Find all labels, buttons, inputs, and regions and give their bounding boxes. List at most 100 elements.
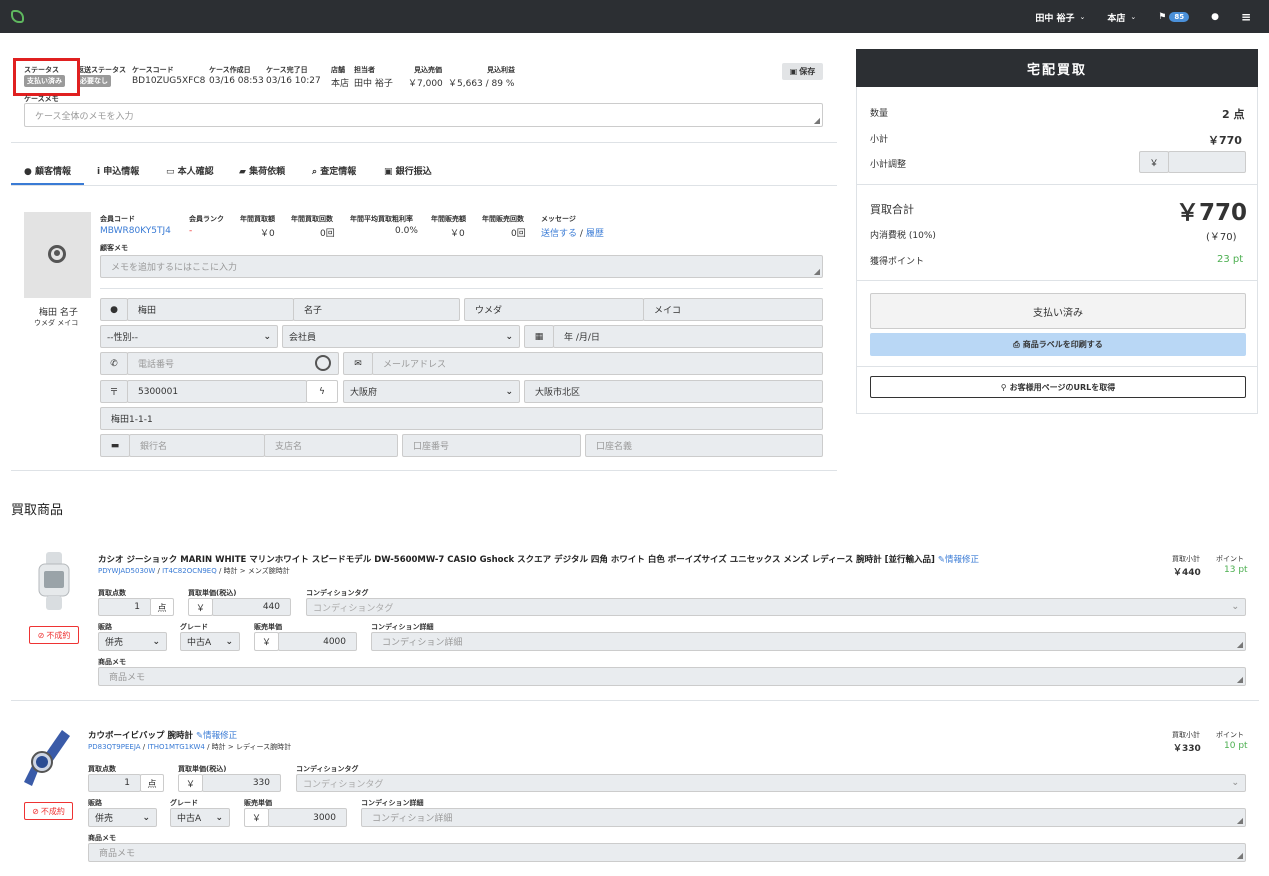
- edit-info-link[interactable]: ✎情報修正: [196, 731, 237, 741]
- condition-detail-input[interactable]: コンディション詳細 ◢: [371, 632, 1246, 651]
- chevron-down-icon: ⌄: [152, 636, 160, 647]
- account-number-input[interactable]: 口座番号: [402, 434, 581, 457]
- print-label-button[interactable]: ⎙ 商品ラベルを印刷する: [870, 333, 1246, 356]
- unit-price-label: 買取単価(税込): [188, 589, 237, 597]
- edit-info-text: 情報修正: [945, 555, 980, 565]
- edit-info-link[interactable]: ✎情報修正: [938, 555, 979, 565]
- condition-tag-select[interactable]: コンディションタグ ⌄: [306, 598, 1246, 616]
- chevron-down-icon: ⌄: [215, 812, 223, 823]
- sale-price-input[interactable]: 4000: [278, 632, 357, 651]
- get-url-text: お客様用ページのURLを取得: [1009, 382, 1116, 392]
- unit-price-input[interactable]: 330: [202, 774, 281, 792]
- email-input[interactable]: メールアドレス: [372, 352, 823, 375]
- grade-select[interactable]: 中古A ⌄: [170, 808, 230, 827]
- resize-handle-icon: ◢: [813, 267, 820, 276]
- tab-appraisal-info[interactable]: ⌕ 査定情報: [312, 164, 356, 177]
- ng-label: 不成約: [46, 630, 71, 640]
- account-number-placeholder: 口座番号: [413, 442, 450, 452]
- tab-customer-info[interactable]: ● 顧客情報: [24, 164, 71, 177]
- chevron-down-icon: ⌄: [1231, 602, 1239, 612]
- item-memo-placeholder: 商品メモ: [109, 673, 146, 683]
- store-menu[interactable]: 本店 ⌄: [1107, 11, 1136, 24]
- tab-application-info[interactable]: i 申込情報: [97, 164, 139, 177]
- not-contracted-button[interactable]: ⊘ 不成約: [29, 626, 79, 644]
- sale-price-input[interactable]: 3000: [268, 808, 347, 827]
- tab-pickup-request[interactable]: ▰ 集荷依頼: [239, 164, 285, 177]
- qty-label: 数量: [870, 109, 889, 119]
- created-date: 03/16 08:53: [209, 76, 264, 86]
- adjust-input[interactable]: [1168, 151, 1246, 173]
- member-code-link[interactable]: MBWR80KY5TJ4: [100, 226, 171, 236]
- person-icon: ●: [100, 298, 128, 321]
- send-message-link[interactable]: 送信する: [541, 229, 577, 239]
- case-memo-input[interactable]: ケース全体のメモを入力 ◢: [24, 103, 823, 127]
- phone-lookup-icon[interactable]: [315, 355, 331, 371]
- branch-name-input[interactable]: 支店名: [264, 434, 398, 457]
- avg-margin-value: 0.0%: [395, 226, 418, 236]
- qty-input[interactable]: 1: [88, 774, 141, 792]
- phone-input[interactable]: 電話番号: [127, 352, 339, 375]
- bank-name-input[interactable]: 銀行名: [129, 434, 265, 457]
- chevron-down-icon: ⌄: [142, 812, 150, 823]
- account-holder-input[interactable]: 口座名義: [585, 434, 823, 457]
- occupation-select[interactable]: 会社員 ⌄: [282, 325, 520, 348]
- yen-addon: ￥: [1139, 151, 1169, 173]
- first-name-input[interactable]: 名子: [293, 298, 460, 321]
- not-contracted-button[interactable]: ⊘ 不成約: [24, 802, 73, 820]
- lightning-icon[interactable]: ϟ: [306, 380, 338, 403]
- message-history-link[interactable]: 履歴: [586, 229, 604, 239]
- product-code-link[interactable]: PD83QT9PEEJA: [88, 743, 141, 751]
- channel-select[interactable]: 併売 ⌄: [98, 632, 167, 651]
- branch-name-placeholder: 支店名: [275, 442, 303, 452]
- paid-status-button[interactable]: 支払い済み: [870, 293, 1246, 329]
- qty-input[interactable]: 1: [98, 598, 151, 616]
- tab-label: 査定情報: [320, 167, 357, 177]
- inventory-code-link[interactable]: IT4C82OCN9EQ: [162, 567, 217, 575]
- prefecture-select[interactable]: 大阪府 ⌄: [343, 380, 520, 403]
- grade-select[interactable]: 中古A ⌄: [180, 632, 240, 651]
- message-label: メッセージ: [541, 215, 576, 223]
- channel-label: 販路: [98, 623, 112, 631]
- tab-label: 本人確認: [177, 167, 214, 177]
- hamburger-menu-button[interactable]: ≡: [1241, 10, 1251, 24]
- get-customer-url-button[interactable]: ⚲ お客様用ページのURLを取得: [870, 376, 1246, 398]
- last-name-input[interactable]: 梅田: [127, 298, 294, 321]
- chevron-down-icon: ⌄: [225, 636, 233, 647]
- gender-select[interactable]: --性別-- ⌄: [100, 325, 278, 348]
- customer-memo-input[interactable]: メモを追加するにはここに入力 ◢: [100, 255, 823, 278]
- cond-tag-label: コンディションタグ: [306, 589, 369, 597]
- staff-label: 担当者: [354, 66, 375, 74]
- city-input[interactable]: 大阪市北区: [524, 380, 823, 403]
- shipping-status-badge[interactable]: 必要なし: [77, 75, 111, 87]
- condition-detail-input[interactable]: コンディション詳細 ◢: [361, 808, 1246, 827]
- pencil-icon: ✎: [937, 555, 945, 565]
- item-memo-input[interactable]: 商品メモ ◢: [88, 843, 1246, 862]
- points-value: 23 pt: [1217, 254, 1244, 265]
- birthday-input[interactable]: 年 /月/日: [553, 325, 823, 348]
- user-menu[interactable]: 田中 裕子 ⌄: [1035, 11, 1085, 24]
- tab-identity-check[interactable]: ▭ 本人確認: [166, 164, 214, 177]
- message-links: 送信する / 履歴: [541, 226, 604, 239]
- first-kana-input[interactable]: メイコ: [643, 298, 823, 321]
- last-kana-input[interactable]: ウメダ: [464, 298, 644, 321]
- channel-select[interactable]: 併売 ⌄: [88, 808, 157, 827]
- chat-button[interactable]: ●: [1211, 12, 1219, 22]
- condition-tag-select[interactable]: コンディションタグ ⌄: [296, 774, 1246, 792]
- printer-icon: ⎙: [1013, 339, 1020, 349]
- tab-bank-transfer[interactable]: ▣ 銀行振込: [384, 164, 432, 177]
- zip-input[interactable]: 5300001: [127, 380, 307, 403]
- flag-icon: ⚑: [1158, 12, 1167, 22]
- save-button[interactable]: ▣ 保存: [782, 63, 823, 80]
- item-memo-input[interactable]: 商品メモ ◢: [98, 667, 1246, 686]
- inventory-code-link[interactable]: ITHO1MTG1KW4: [147, 743, 204, 751]
- notifications-button[interactable]: ⚑ 85: [1158, 12, 1190, 22]
- pencil-icon: ✎: [195, 731, 204, 741]
- user-avatar-icon: [48, 245, 66, 263]
- divider: [857, 280, 1257, 281]
- unit-price-input[interactable]: 440: [212, 598, 291, 616]
- app-logo-icon[interactable]: [11, 10, 24, 23]
- product-code-link[interactable]: PDYWJAD5030W: [98, 567, 155, 575]
- resize-handle-icon: ◢: [1236, 675, 1243, 684]
- tab-label: 顧客情報: [35, 167, 72, 177]
- address-input[interactable]: 梅田1-1-1: [100, 407, 823, 430]
